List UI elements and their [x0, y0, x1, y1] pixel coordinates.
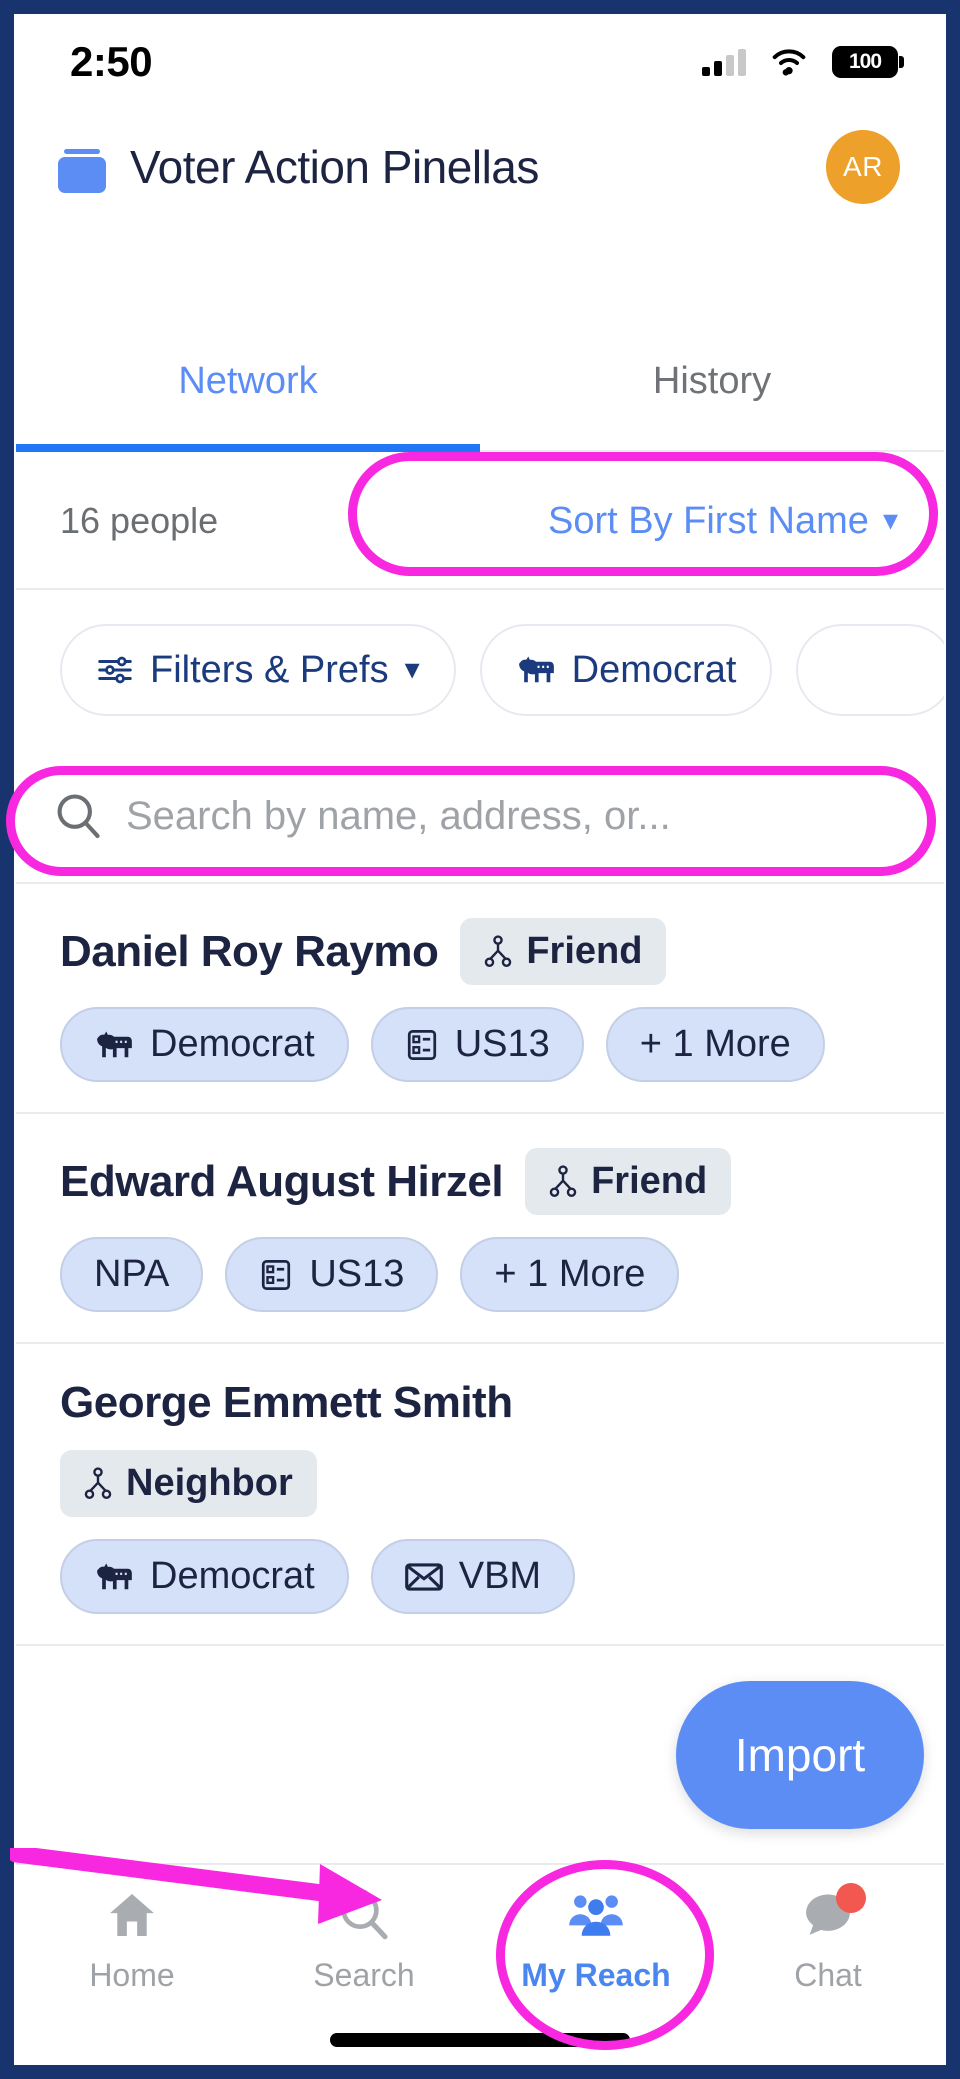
relationship-badge: Neighbor	[60, 1450, 317, 1517]
ballot-card-icon	[262, 1259, 291, 1290]
tag-label: Democrat	[150, 1023, 315, 1065]
relationship-label: Friend	[591, 1160, 708, 1202]
person-header: George Emmett Smith Neighbor	[60, 1378, 900, 1517]
tag-row: Democrat VBM	[60, 1539, 900, 1614]
search-input[interactable]: Search by name, address, or...	[126, 794, 671, 839]
sort-row: 16 people Sort By First Name ▾	[16, 454, 944, 590]
overflow-filter-chip[interactable]	[796, 624, 944, 716]
people-count: 16 people	[60, 500, 219, 541]
nav-item-chat[interactable]: Chat	[712, 1883, 944, 1994]
donkey-icon	[518, 656, 554, 683]
search-bar[interactable]: Search by name, address, or...	[16, 750, 944, 884]
avatar[interactable]: AR	[826, 130, 900, 204]
sort-by-button[interactable]: Sort By First Name ▾	[530, 488, 916, 555]
people-list: Daniel Roy Raymo Friend Democrat US13 + …	[16, 884, 944, 1646]
ballot-card-icon	[407, 1029, 436, 1060]
network-node-icon	[549, 1164, 577, 1197]
tag-party[interactable]: Democrat	[60, 1007, 349, 1082]
search-icon	[57, 794, 100, 838]
filters-row: Filters & Prefs ▾ Democrat	[16, 590, 944, 750]
person-header: Edward August Hirzel Friend	[60, 1148, 900, 1215]
import-button[interactable]: Import	[676, 1681, 924, 1829]
tab-network[interactable]: Network	[16, 312, 480, 452]
filters-and-prefs-chip[interactable]: Filters & Prefs ▾	[60, 624, 456, 716]
nav-label: My Reach	[521, 1957, 671, 1993]
status-icons: 100	[702, 46, 904, 78]
status-bar: 2:50 100	[16, 16, 944, 108]
tag-label: US13	[309, 1253, 405, 1295]
network-node-icon	[485, 934, 512, 967]
app-header: Voter Action Pinellas AR	[16, 108, 944, 226]
chat-unread-badge	[836, 1883, 866, 1913]
app-screenshot: 2:50 100 Voter Action Pinellas AR Networ…	[0, 0, 960, 2079]
sliders-icon	[98, 656, 132, 684]
tag-district[interactable]: US13	[370, 1007, 584, 1082]
donkey-icon	[97, 1562, 132, 1589]
tag-more[interactable]: + 1 More	[460, 1237, 680, 1312]
nav-label: Search	[313, 1957, 415, 1993]
chevron-down-icon: ▾	[882, 504, 898, 537]
tag-row: Democrat US13 + 1 More	[60, 1007, 900, 1082]
tag-party[interactable]: NPA	[60, 1237, 204, 1312]
person-name: Daniel Roy Raymo	[60, 926, 439, 976]
person-header: Daniel Roy Raymo Friend	[60, 918, 900, 985]
person-name: Edward August Hirzel	[60, 1156, 504, 1206]
status-time: 2:50	[70, 38, 153, 85]
tag-row: NPA US13 + 1 More	[60, 1237, 900, 1312]
tag-label: Democrat	[150, 1555, 315, 1597]
ballot-box-icon	[54, 139, 110, 195]
democrat-filter-chip[interactable]: Democrat	[479, 624, 773, 716]
tab-history[interactable]: History	[480, 312, 944, 450]
relationship-badge: Friend	[460, 918, 667, 985]
nav-label: Home	[89, 1957, 175, 1993]
chevron-down-icon: ▾	[404, 653, 420, 686]
phone-viewport: 2:50 100 Voter Action Pinellas AR Networ…	[16, 16, 944, 2063]
network-node-icon	[84, 1466, 112, 1499]
cellular-signal-icon	[702, 48, 746, 76]
tag-label: VBM	[458, 1555, 542, 1597]
people-group-icon	[569, 1895, 623, 1936]
relationship-label: Friend	[526, 930, 643, 972]
nav-label: Chat	[794, 1957, 862, 1993]
tag-district[interactable]: US13	[225, 1237, 439, 1312]
envelope-icon	[404, 1562, 443, 1591]
home-indicator	[330, 2033, 630, 2047]
nav-item-my-reach[interactable]: My Reach	[480, 1887, 712, 1994]
tab-bar: Network History	[16, 312, 944, 452]
annotation-arrow	[10, 1848, 382, 1924]
tag-label: US13	[454, 1023, 550, 1065]
battery-level: 100	[848, 50, 882, 73]
list-item[interactable]: George Emmett Smith Neighbor Democrat VB…	[16, 1344, 944, 1646]
filters-and-prefs-label: Filters & Prefs	[150, 648, 389, 691]
relationship-badge: Friend	[525, 1148, 732, 1215]
wifi-icon	[772, 49, 806, 76]
list-item[interactable]: Daniel Roy Raymo Friend Democrat US13 + …	[16, 884, 944, 1114]
democrat-filter-label: Democrat	[571, 648, 737, 691]
donkey-icon	[97, 1030, 132, 1057]
list-item[interactable]: Edward August Hirzel Friend NPA US13 + 1…	[16, 1114, 944, 1344]
tag-party[interactable]: Democrat	[60, 1539, 349, 1614]
person-name: George Emmett Smith	[60, 1378, 513, 1427]
tag-more[interactable]: + 1 More	[605, 1007, 825, 1082]
battery-icon: 100	[832, 46, 904, 78]
sort-by-label: Sort By First Name	[547, 499, 869, 542]
page-title: Voter Action Pinellas	[130, 141, 539, 193]
tag-vbm[interactable]: VBM	[370, 1539, 576, 1614]
relationship-label: Neighbor	[126, 1462, 293, 1504]
